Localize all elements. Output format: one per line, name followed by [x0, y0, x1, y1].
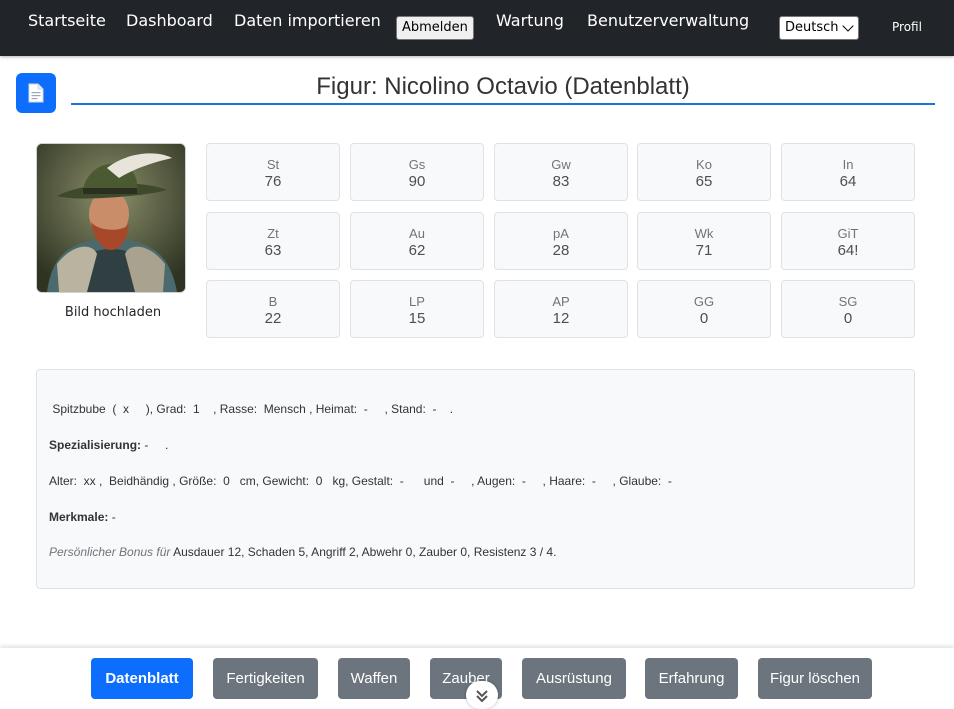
- stat-label: B: [268, 294, 278, 309]
- chevron-down-icon: [842, 20, 854, 32]
- language-select[interactable]: Deutsch: [779, 16, 859, 40]
- stat-label: Zt: [267, 226, 279, 241]
- bonus-line: Persönlicher Bonus für Ausdauer 12, Scha…: [49, 545, 556, 559]
- nav-startseite[interactable]: Startseite: [28, 11, 106, 30]
- stat-value: 0: [843, 310, 853, 327]
- upload-image-link[interactable]: Bild hochladen: [36, 305, 190, 320]
- bonus-value: Ausdauer 12, Schaden 5, Angriff 2, Abweh…: [170, 545, 557, 559]
- bonus-label: Persönlicher Bonus für: [49, 545, 171, 559]
- title-divider: [71, 103, 935, 105]
- stat-card: St 76: [206, 143, 340, 201]
- stat-label: Gw: [551, 157, 571, 172]
- stat-card: pA 28: [494, 212, 628, 270]
- stat-value: 71: [695, 242, 713, 259]
- stat-label: AP: [552, 294, 570, 309]
- stat-card: Gs 90: [350, 143, 484, 201]
- class-race-line: Spitzbube ( x ), Grad: 1 , Rasse: Mensch…: [49, 402, 454, 416]
- scroll-down-button[interactable]: [466, 681, 498, 709]
- stat-label: GG: [693, 294, 715, 309]
- nav-wartung[interactable]: Wartung: [496, 11, 564, 30]
- character-portrait[interactable]: [36, 143, 186, 293]
- stat-card: Au 62: [350, 212, 484, 270]
- stat-card: B 22: [206, 280, 340, 338]
- document-icon: [16, 73, 56, 113]
- stat-label: Au: [409, 226, 425, 241]
- stat-label: Gs: [408, 157, 426, 172]
- stat-value: 90: [408, 173, 426, 190]
- traits-label: Merkmale:: [49, 510, 109, 524]
- chevron-double-down-icon: [476, 690, 488, 703]
- tab-datenblatt[interactable]: Datenblatt: [91, 658, 193, 699]
- language-select-value: Deutsch: [785, 20, 839, 35]
- stat-card: Gw 83: [494, 143, 628, 201]
- nav-benutzerverwaltung[interactable]: Benutzerverwaltung: [587, 11, 749, 30]
- nav-daten-importieren[interactable]: Daten importieren: [234, 11, 381, 30]
- character-info-box: Spitzbube ( x ), Grad: 1 , Rasse: Mensch…: [36, 369, 915, 589]
- stat-label: LP: [409, 294, 425, 309]
- stat-card: LP 15: [350, 280, 484, 338]
- physical-traits-line: Alter: xx , Beidhändig , Größe: 0 cm, Ge…: [49, 474, 672, 488]
- tab-erfahrung[interactable]: Erfahrung: [645, 658, 738, 699]
- specialization-value: - .: [141, 438, 169, 452]
- stat-value: 64: [839, 173, 857, 190]
- stat-value: 65: [695, 173, 713, 190]
- stat-value: 0: [699, 310, 709, 327]
- traits-line: Merkmale: -: [49, 510, 116, 524]
- stat-label: pA: [553, 226, 569, 241]
- stat-value: 64!: [837, 242, 859, 259]
- logout-button[interactable]: Abmelden: [396, 16, 474, 40]
- stat-label: Wk: [694, 226, 714, 241]
- specialization-line: Spezialisierung: - .: [49, 438, 168, 452]
- tab-fertigkeiten[interactable]: Fertigkeiten: [213, 658, 318, 699]
- stat-card: GG 0: [637, 280, 771, 338]
- stat-card: Ko 65: [637, 143, 771, 201]
- stat-label: St: [266, 157, 280, 172]
- stat-value: 76: [264, 173, 282, 190]
- top-navbar: Startseite Dashboard Daten importieren A…: [0, 0, 954, 56]
- stat-card: SG 0: [781, 280, 915, 338]
- specialization-label: Spezialisierung:: [49, 438, 142, 452]
- stat-value: 22: [264, 310, 282, 327]
- stat-value: 63: [264, 242, 282, 259]
- stat-label: Ko: [696, 157, 712, 172]
- tab-waffen[interactable]: Waffen: [338, 658, 410, 699]
- stat-value: 62: [408, 242, 426, 259]
- stat-value: 83: [552, 173, 570, 190]
- nav-dashboard[interactable]: Dashboard: [126, 11, 213, 30]
- profile-link[interactable]: Profil: [892, 20, 922, 34]
- stat-card: Wk 71: [637, 212, 771, 270]
- stat-value: 12: [552, 310, 570, 327]
- stat-card: GiT 64!: [781, 212, 915, 270]
- stat-label: SG: [838, 294, 858, 309]
- tab-ausruestung[interactable]: Ausrüstung: [522, 658, 626, 699]
- stat-value: 15: [408, 310, 426, 327]
- stat-card: In 64: [781, 143, 915, 201]
- stat-card: AP 12: [494, 280, 628, 338]
- stat-label: GiT: [837, 226, 859, 241]
- page-title: Figur: Nicolino Octavio (Datenblatt): [316, 73, 690, 100]
- tab-figur-loeschen[interactable]: Figur löschen: [758, 658, 872, 699]
- stat-card: Zt 63: [206, 212, 340, 270]
- stat-label: In: [842, 157, 854, 172]
- traits-value: -: [108, 510, 116, 524]
- stat-value: 28: [552, 242, 570, 259]
